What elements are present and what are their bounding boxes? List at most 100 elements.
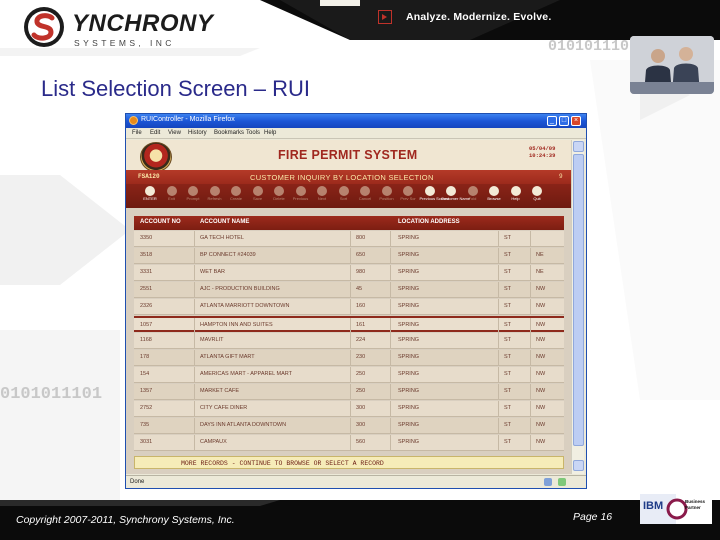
column-divider <box>498 435 499 451</box>
cell-dir: NW <box>536 371 546 377</box>
vertical-scrollbar[interactable] <box>571 140 584 474</box>
toolbar-button-next[interactable]: Next <box>312 186 332 207</box>
table-row[interactable]: 2752 CITY CAFE DINER 300 SPRING ST NW <box>134 401 564 417</box>
menu-help[interactable]: Help <box>264 130 276 136</box>
column-divider <box>390 231 391 247</box>
cell-type: ST <box>504 337 512 343</box>
cell-type: ST <box>504 439 512 445</box>
cell-type: ST <box>504 371 512 377</box>
cell-name: CITY CAFE DINER <box>200 405 248 411</box>
cell-type: ST <box>504 252 512 258</box>
toolbar-save-icon <box>252 186 263 196</box>
cell-num: 160 <box>356 303 366 309</box>
table-row[interactable]: 1168 MAVRLIT 224 SPRING ST NW <box>134 333 564 349</box>
column-divider <box>194 384 195 400</box>
table-row[interactable]: 1357 MARKET CAFE 250 SPRING ST NW <box>134 384 564 400</box>
table-row[interactable]: 178 ATLANTA GIFT MART 230 SPRING ST NW <box>134 350 564 366</box>
column-divider <box>498 282 499 298</box>
cell-street: SPRING <box>398 252 420 258</box>
column-divider <box>194 401 195 417</box>
menu-bookmarks[interactable]: Bookmarks <box>214 130 244 136</box>
toolbar-button-exit[interactable]: Exit <box>162 186 182 207</box>
toolbar-browse-icon <box>489 186 499 196</box>
cell-street: SPRING <box>398 337 420 343</box>
fire-department-seal-icon <box>140 142 172 172</box>
status-addon-icon <box>558 478 566 486</box>
column-divider <box>530 318 531 334</box>
column-divider <box>350 350 351 366</box>
column-divider <box>498 299 499 315</box>
toolbar-button-delete[interactable]: Delete <box>269 186 289 207</box>
close-button[interactable]: × <box>571 116 581 126</box>
scroll-up-arrow-icon[interactable] <box>573 141 584 152</box>
toolbar-button-prompt[interactable]: Prompt <box>183 186 203 207</box>
toolbar-sort-icon <box>338 186 349 196</box>
message-bar: MORE RECORDS - CONTINUE TO BROWSE OR SEL… <box>134 456 564 469</box>
tagline: Analyze. Modernize. Evolve. <box>406 11 552 23</box>
toolbar-button-cancel[interactable]: Cancel <box>355 186 375 207</box>
table-row[interactable]: 3518 BP CONNECT #24039 650 SPRING ST NE <box>134 248 564 264</box>
table-row[interactable]: 3031 CAMPAUX 560 SPRING ST NW <box>134 435 564 451</box>
column-divider <box>390 401 391 417</box>
maximize-button[interactable]: □ <box>559 116 569 126</box>
toolbar-button-label: Save <box>252 196 263 201</box>
menu-edit[interactable]: Edit <box>150 130 160 136</box>
toolbar-button-previous-screen[interactable]: Previous Screen <box>420 186 449 207</box>
app-header: FIRE PERMIT SYSTEM 05/04/09 10:24:39 <box>126 140 571 174</box>
toolbar-button-quit[interactable]: Quit <box>527 186 547 207</box>
toolbar-help-icon <box>510 186 521 196</box>
column-divider <box>530 299 531 315</box>
col-account-no: ACCOUNT NO <box>140 219 181 225</box>
scroll-down-arrow-icon[interactable] <box>573 460 584 471</box>
column-divider <box>530 231 531 247</box>
toolbar-button-save[interactable]: Save <box>248 186 268 207</box>
toolbar-button-previous[interactable]: Previous <box>291 186 311 207</box>
cell-num: 230 <box>356 354 366 360</box>
table-row[interactable]: 3331 WET BAR 980 SPRING ST NE <box>134 265 564 281</box>
toolbar-button-refresh[interactable]: Refresh <box>205 186 225 207</box>
toolbar-button-customer-name[interactable]: Customer Name <box>441 186 470 207</box>
scroll-thumb[interactable] <box>573 154 584 446</box>
toolbar-button-position[interactable]: Position <box>377 186 397 207</box>
column-divider <box>498 384 499 400</box>
column-divider <box>390 384 391 400</box>
toolbar-button-fold[interactable]: Fold <box>463 186 483 207</box>
column-divider <box>530 435 531 451</box>
menu-view[interactable]: View <box>168 130 181 136</box>
table-row[interactable]: 154 AMERICAS MART - APPAREL MART 250 SPRING… <box>134 367 564 383</box>
toolbar-button-enter[interactable]: ENTER <box>140 186 160 207</box>
column-divider <box>194 418 195 434</box>
cell-street: SPRING <box>398 286 420 292</box>
cell-acct: 3031 <box>140 439 153 445</box>
business-people-photo <box>630 36 714 94</box>
column-divider <box>194 435 195 451</box>
menu-history[interactable]: History <box>188 130 207 136</box>
toolbar-button-help[interactable]: Help <box>506 186 526 207</box>
toolbar-button-prev-scr[interactable]: Prev Scr <box>398 186 418 207</box>
table-row[interactable]: 2551 AJC - PRODUCTION BUILDING 45 SPRING ST N… <box>134 282 564 298</box>
menu-tools[interactable]: Tools <box>246 130 260 136</box>
cell-dir: NW <box>536 439 546 445</box>
minimize-button[interactable]: _ <box>547 116 557 126</box>
table-row[interactable]: 735 DAYS INN ATLANTA DOWNTOWN 300 SPRING ST N… <box>134 418 564 434</box>
toolbar-button-label: Cancel <box>358 196 372 201</box>
menu-file[interactable]: File <box>132 130 142 136</box>
menu-bar: File Edit View History Bookmarks Tools H… <box>126 128 586 139</box>
table-row[interactable]: 1057 HAMPTON INN AND SUITES 161 SPRING ST NW <box>134 316 564 334</box>
toolbar-button-browse[interactable]: Browse <box>484 186 504 207</box>
cell-dir: NW <box>536 303 546 309</box>
status-text: Done <box>130 479 145 485</box>
table-row[interactable]: 3350 GA TECH HOTEL 800 SPRING ST <box>134 231 564 247</box>
column-divider <box>350 282 351 298</box>
table-row[interactable]: 2326 ATLANTA MARRIOTT DOWNTOWN 160 SPRING ST… <box>134 299 564 315</box>
cell-acct: 178 <box>140 354 150 360</box>
cell-type: ST <box>504 303 512 309</box>
column-divider <box>350 333 351 349</box>
tagline-arrow-icon <box>378 10 392 24</box>
cell-num: 800 <box>356 235 366 241</box>
window-titlebar[interactable]: RUIController - Mozilla Firefox _ □ × <box>126 114 586 128</box>
cell-street: SPRING <box>398 422 420 428</box>
toolbar-previous-icon <box>295 186 306 196</box>
toolbar-button-create[interactable]: Create <box>226 186 246 207</box>
toolbar-button-sort[interactable]: Sort <box>334 186 354 207</box>
